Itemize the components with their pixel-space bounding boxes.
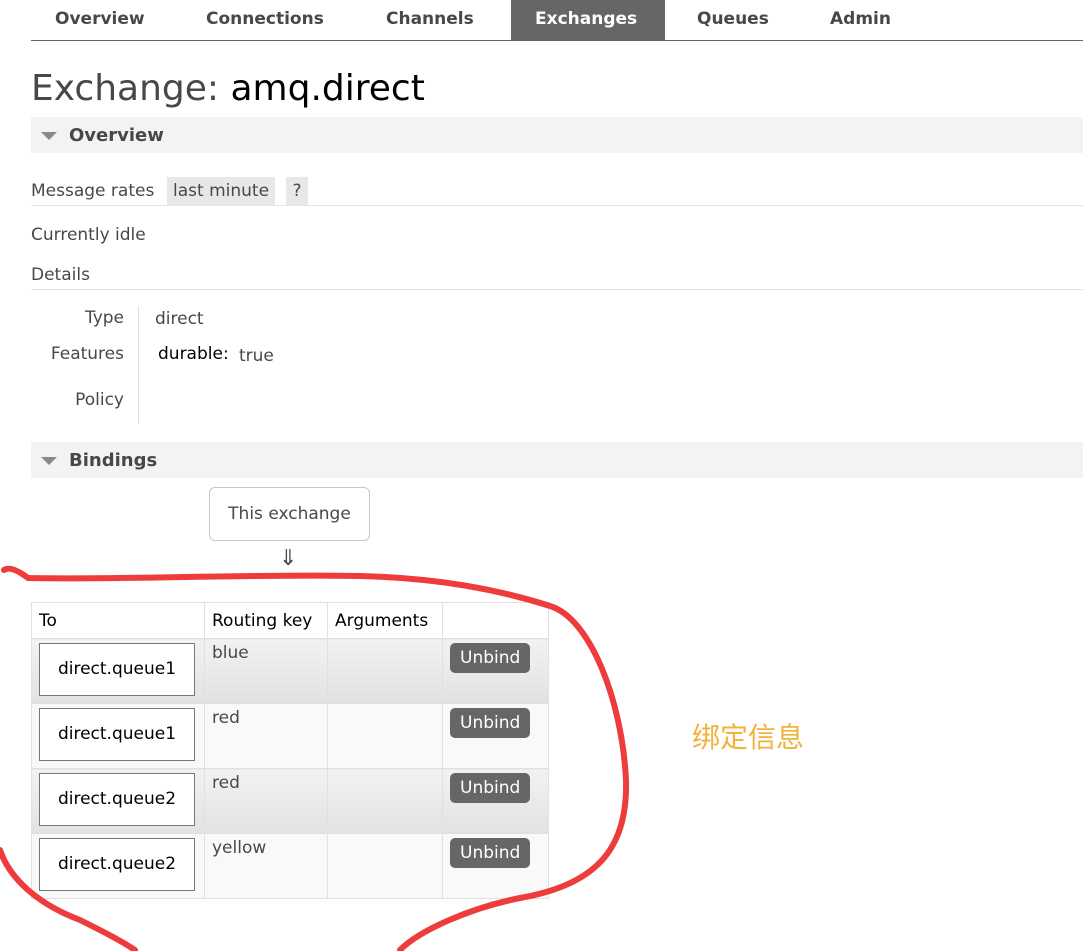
annotation-text: 绑定信息 xyxy=(692,721,805,754)
annotation-circle xyxy=(0,565,630,951)
